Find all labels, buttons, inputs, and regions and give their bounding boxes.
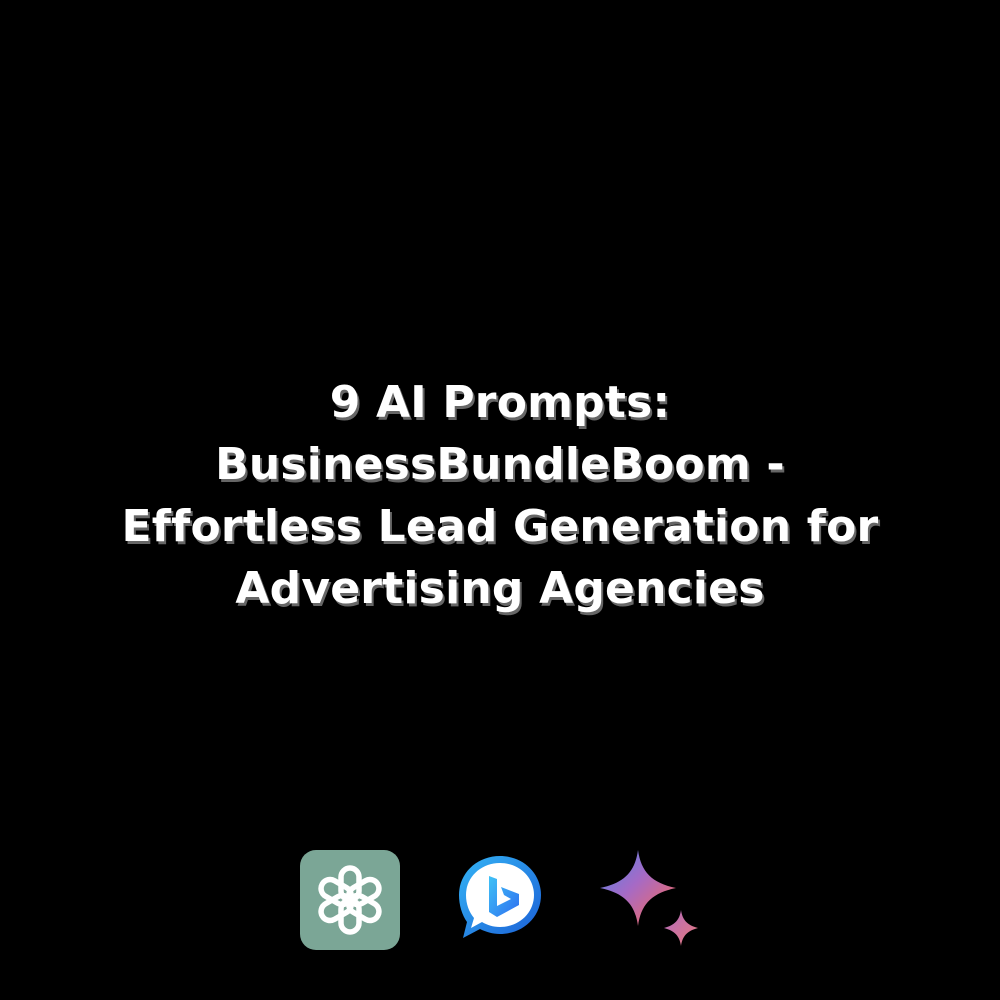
gemini-sparkle-icon (598, 848, 702, 952)
title-line-2: BusinessBundleBoom - (215, 439, 785, 490)
title-line-4: Advertising Agencies (235, 563, 765, 614)
title-line-1: 9 AI Prompts: (329, 377, 671, 428)
bing-chat-icon (455, 852, 545, 944)
page-title: 9 AI Prompts: BusinessBundleBoom - Effor… (0, 372, 1000, 620)
openai-chatgpt-icon (300, 850, 400, 950)
title-line-3: Effortless Lead Generation for (121, 501, 879, 552)
ai-logos-row (0, 848, 1000, 952)
